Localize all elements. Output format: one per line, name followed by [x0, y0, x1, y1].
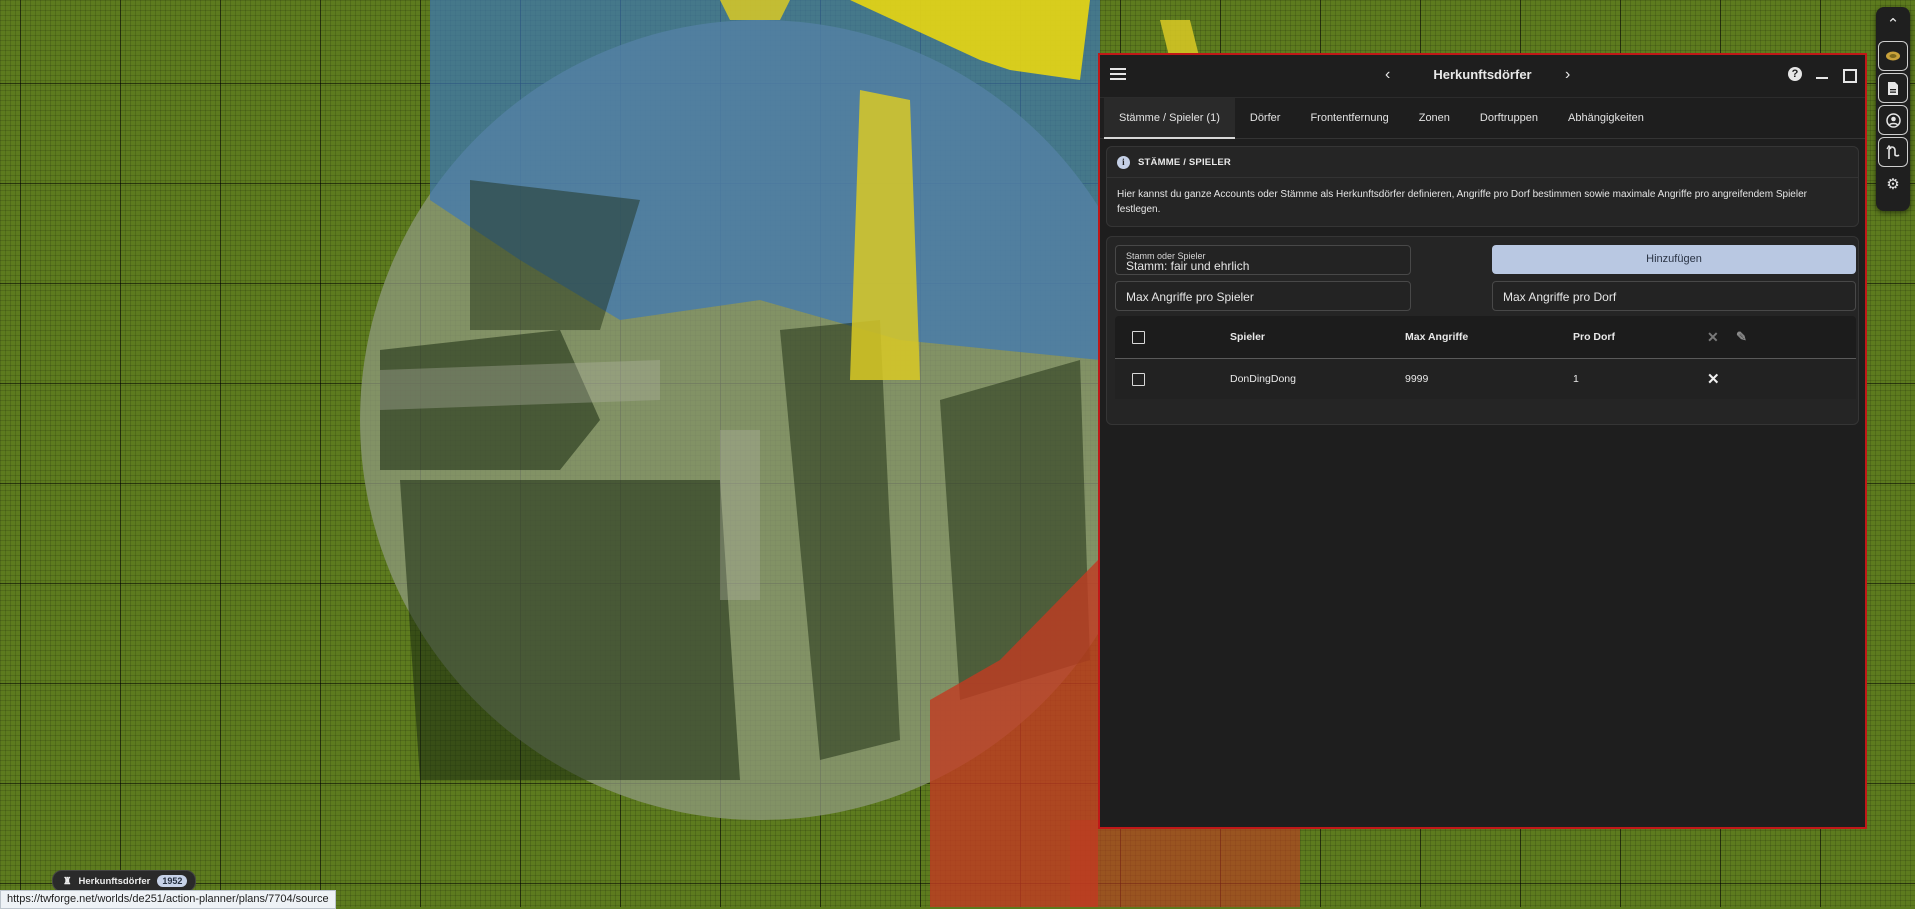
max-per-village-placeholder: Max Angriffe pro Dorf: [1503, 290, 1617, 304]
row-checkbox[interactable]: [1132, 372, 1145, 386]
chevron-right-icon[interactable]: ›: [1565, 66, 1570, 84]
browser-status-url: https://twforge.net/worlds/de251/action-…: [0, 890, 336, 909]
max-per-player-placeholder: Max Angriffe pro Spieler: [1126, 290, 1254, 304]
chip-label: Herkunftsdörfer: [78, 875, 151, 887]
row-delete-icon[interactable]: ✕: [1707, 370, 1720, 388]
herkunftsdoerfer-window: ‹ Herkunftsdörfer › ? Stämme / Spieler (…: [1098, 53, 1867, 829]
account-icon[interactable]: [1878, 105, 1908, 135]
form-card: Stamm oder Spieler Stamm: fair und ehrli…: [1106, 236, 1859, 425]
info-icon: i: [1117, 155, 1130, 169]
map-icon-svg: [1886, 51, 1900, 61]
route-icon-svg: [1886, 144, 1900, 159]
table-row[interactable]: DonDingDong 9999 1 ✕: [1115, 359, 1856, 399]
route-icon[interactable]: [1878, 137, 1908, 167]
add-button[interactable]: Hinzufügen: [1492, 245, 1856, 274]
source-field-value: Stamm: fair und ehrlich: [1126, 259, 1250, 273]
row-per-village: 1: [1573, 373, 1579, 385]
tab-abhaengigkeiten[interactable]: Abhängigkeiten: [1553, 98, 1659, 138]
tab-dorftruppen[interactable]: Dorftruppen: [1465, 98, 1553, 138]
map-layer-icon[interactable]: [1878, 41, 1908, 71]
header-max: Max Angriffe: [1405, 331, 1469, 343]
maximize-button[interactable]: [1843, 69, 1857, 83]
max-per-player-input[interactable]: Max Angriffe pro Spieler: [1115, 281, 1411, 311]
delete-selected-icon[interactable]: ✕: [1707, 329, 1719, 346]
header-per-village: Pro Dorf: [1573, 331, 1615, 343]
tab-zonen[interactable]: Zonen: [1404, 98, 1465, 138]
chip-count-badge: 1952: [157, 875, 188, 887]
info-header: i STÄMME / SPIELER: [1107, 147, 1858, 178]
info-heading: STÄMME / SPIELER: [1138, 156, 1231, 168]
row-player: DonDingDong: [1230, 373, 1296, 385]
source-field[interactable]: Stamm oder Spieler Stamm: fair und ehrli…: [1115, 245, 1411, 275]
row-max: 9999: [1405, 373, 1429, 385]
minimize-button[interactable]: [1816, 61, 1828, 79]
tab-staemme-spieler[interactable]: Stämme / Spieler (1): [1104, 98, 1235, 139]
window-title: Herkunftsdörfer: [1433, 67, 1532, 82]
tool-rail: ⌃ ⚙: [1876, 7, 1910, 211]
tab-bar: Stämme / Spieler (1) Dörfer Frontentfern…: [1100, 98, 1865, 139]
trophy-icon: ♜: [63, 875, 72, 887]
document-icon[interactable]: [1878, 73, 1908, 103]
account-icon-svg: [1885, 112, 1901, 128]
herkunftsdoerfer-chip[interactable]: ♜ Herkunftsdörfer 1952: [52, 870, 197, 892]
table-header: Spieler Max Angriffe Pro Dorf ✕ ✎: [1115, 316, 1856, 359]
edit-pencil-icon[interactable]: ✎: [1736, 329, 1747, 345]
header-player: Spieler: [1230, 331, 1266, 343]
gear-icon[interactable]: ⚙: [1878, 169, 1908, 199]
max-per-village-input[interactable]: Max Angriffe pro Dorf: [1492, 281, 1856, 311]
collapse-up-icon[interactable]: ⌃: [1878, 9, 1908, 39]
document-icon-svg: [1888, 81, 1898, 95]
source-table: Spieler Max Angriffe Pro Dorf ✕ ✎ DonDin…: [1115, 316, 1856, 399]
select-all-checkbox[interactable]: [1132, 330, 1145, 344]
tab-frontentfernung[interactable]: Frontentfernung: [1295, 98, 1403, 138]
tab-doerfer[interactable]: Dörfer: [1235, 98, 1296, 138]
help-icon[interactable]: ?: [1788, 67, 1802, 81]
info-text: Hier kannst du ganze Accounts oder Stämm…: [1117, 189, 1807, 215]
window-titlebar[interactable]: ‹ Herkunftsdörfer › ?: [1100, 55, 1865, 98]
info-card: i STÄMME / SPIELER Hier kannst du ganze …: [1106, 146, 1859, 227]
